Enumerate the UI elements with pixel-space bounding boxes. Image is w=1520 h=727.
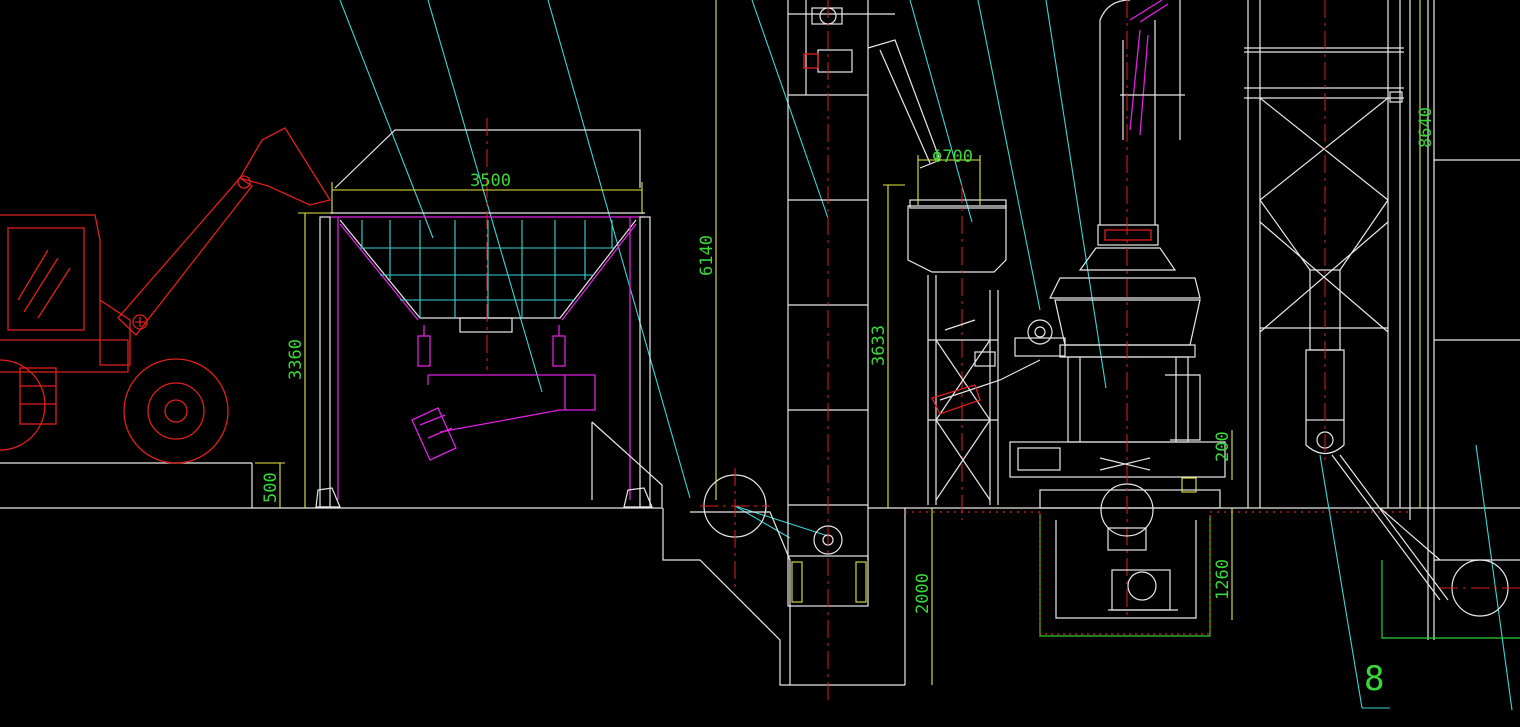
elevator-pit xyxy=(662,468,906,686)
dim-1260: 1260 xyxy=(1213,559,1233,600)
dimension-pit-depth: 2000 xyxy=(913,508,933,685)
dim-2000: 2000 xyxy=(913,573,933,614)
wheel-loader[interactable] xyxy=(0,127,332,464)
dimension-ramp-height: 500 xyxy=(255,462,285,508)
mill-feed-hopper[interactable]: Φ700 xyxy=(907,147,1041,520)
dim-3500: 3500 xyxy=(470,171,511,191)
dimension-motor-pit: 1260 xyxy=(1213,508,1233,620)
callout-8-label: 8 xyxy=(1364,659,1384,699)
vibrating-feeder[interactable] xyxy=(411,325,596,461)
dim-3360: 3360 xyxy=(286,339,306,380)
ground-line xyxy=(0,462,1520,509)
grinding-mill[interactable] xyxy=(1009,0,1226,620)
part-callout-8: 8 xyxy=(1362,659,1390,709)
dimension-mill-frame: 3633 xyxy=(869,184,905,508)
dim-8640: 8640 xyxy=(1416,107,1436,148)
cad-drawing-canvas[interactable]: 6140 Φ700 3633 2000 1260 200 8640 3500 3… xyxy=(0,0,1520,727)
dust-collector-tower[interactable] xyxy=(1244,0,1520,640)
mill-drive-pit[interactable] xyxy=(905,483,1410,637)
dim-6140: 6140 xyxy=(697,235,717,276)
dim-3633: 3633 xyxy=(869,325,889,366)
dim-500: 500 xyxy=(261,472,281,503)
dimension-elevator-height: 6140 xyxy=(697,0,717,500)
dim-200: 200 xyxy=(1213,431,1233,462)
dimension-base-offset: 200 xyxy=(1213,430,1233,480)
dim-phi700: Φ700 xyxy=(932,147,973,167)
dimension-frame-height: 3360 xyxy=(286,212,330,508)
dimension-dust-collector: 8640 xyxy=(1416,0,1436,508)
